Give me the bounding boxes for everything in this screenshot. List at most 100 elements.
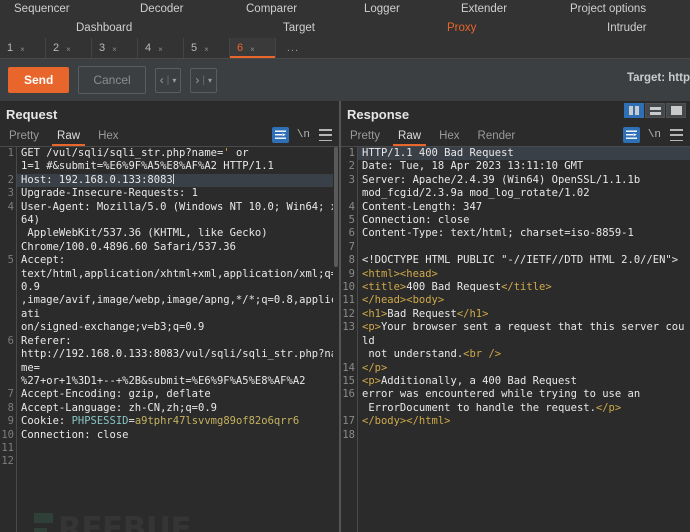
code-text[interactable]: ,image/avif,image/webp,image/apng,*/*;q=… — [17, 294, 339, 321]
hamburger-menu-icon[interactable] — [319, 129, 332, 141]
code-text[interactable]: ErrorDocument to handle the request.</p> — [358, 402, 690, 415]
code-text[interactable]: mod_fcgid/2.3.9a mod_log_rotate/1.02 — [358, 187, 690, 200]
layout-single-pane-button[interactable] — [666, 103, 686, 118]
menu-item-intruder[interactable]: Intruder — [607, 19, 647, 38]
code-text[interactable]: </body></html> — [358, 415, 690, 428]
code-text[interactable]: AppleWebKit/537.36 (KHTML, like Gecko) — [17, 227, 339, 240]
cancel-button[interactable]: Cancel — [78, 66, 146, 94]
code-text[interactable]: User-Agent: Mozilla/5.0 (Windows NT 10.0… — [17, 201, 339, 228]
code-text[interactable]: Host: 192.168.0.133:8083 — [17, 173, 339, 188]
layout-vertical-split-button[interactable] — [624, 103, 644, 118]
tab-hex[interactable]: Hex — [89, 125, 127, 146]
code-text[interactable]: Content-Length: 347 — [358, 201, 690, 214]
code-text[interactable]: Connection: close — [358, 214, 690, 227]
repeater-tab-strip[interactable]: 1 × 2 × 3 × 4 × 5 × 6 ×... — [0, 38, 690, 59]
hamburger-menu-icon[interactable] — [670, 129, 683, 141]
repeater-tab-overflow[interactable]: ... — [276, 38, 310, 58]
code-text[interactable]: <p>Additionally, a 400 Bad Request — [358, 375, 690, 388]
code-text[interactable]: http://192.168.0.133:8083/vul/sqli/sqli_… — [17, 348, 339, 375]
forward-button[interactable]: › | ▾ — [190, 67, 217, 93]
code-text[interactable]: <h1>Bad Request</h1> — [358, 308, 690, 321]
code-text[interactable]: Accept-Encoding: gzip, deflate — [17, 388, 339, 401]
code-text[interactable]: <title>400 Bad Request</title> — [358, 281, 690, 294]
menu-item-sequencer[interactable]: Sequencer — [14, 0, 70, 19]
code-text[interactable]: Referer: — [17, 335, 339, 348]
code-text[interactable]: <html><head> — [358, 268, 690, 281]
tab-pretty[interactable]: Pretty — [0, 125, 48, 146]
code-token: Cookie: — [21, 415, 72, 428]
repeater-tab-3[interactable]: 3 × — [92, 38, 138, 58]
code-text[interactable]: %27+or+1%3D1+--+%2B&submit=%E6%9F%A5%E8%… — [17, 375, 339, 388]
code-text[interactable]: error was encountered while trying to us… — [358, 388, 690, 401]
code-token: </p> — [595, 401, 622, 414]
code-token: </h1> — [456, 307, 489, 320]
close-icon[interactable]: × — [204, 45, 209, 54]
back-button[interactable]: ‹ | ▾ — [154, 67, 182, 93]
close-icon[interactable]: × — [66, 45, 71, 54]
tab-render[interactable]: Render — [469, 125, 525, 146]
format-icon[interactable] — [622, 127, 640, 143]
menu-item-proxy[interactable]: Proxy — [447, 19, 476, 38]
code-token: Upgrade-Insecure-Requests: 1 — [21, 187, 199, 200]
menu-item-project-options[interactable]: Project options — [570, 0, 646, 19]
close-icon[interactable]: × — [250, 45, 255, 54]
line-number: 11 — [342, 294, 355, 307]
repeater-tab-2[interactable]: 2 × — [46, 38, 92, 58]
menu-item-logger[interactable]: Logger — [364, 0, 400, 19]
response-editor[interactable]: 1 HTTP/1.1 400 Bad Request 2 Date: Tue, 18 … — [341, 147, 690, 532]
code-text[interactable]: text/html,application/xhtml+xml,applicat… — [17, 268, 339, 295]
tab-raw[interactable]: Raw — [48, 125, 89, 146]
newline-icon[interactable]: \n — [648, 129, 661, 141]
repeater-tab-6[interactable]: 6 × — [230, 38, 276, 58]
repeater-tab-5[interactable]: 5 × — [184, 38, 230, 58]
tab-hex[interactable]: Hex — [430, 125, 468, 146]
close-icon[interactable]: × — [20, 45, 25, 54]
request-code[interactable]: 1 GET /vul/sqli/sqli_str.php?name=' or 1=1… — [0, 147, 339, 469]
code-text[interactable]: Chrome/100.0.4896.60 Safari/537.36 — [17, 241, 339, 254]
code-text[interactable]: </head><body> — [358, 294, 690, 307]
code-text[interactable]: on/signed-exchange;v=b3;q=0.9 — [17, 321, 339, 334]
tab-raw[interactable]: Raw — [389, 125, 430, 146]
send-button[interactable]: Send — [8, 67, 70, 93]
format-icon[interactable] — [271, 127, 289, 143]
code-text[interactable]: 1=1 #&submit=%E6%9F%A5%E8%AF%A2 HTTP/1.1 — [17, 160, 339, 173]
repeater-tab-1[interactable]: 1 × — [0, 38, 46, 58]
code-text[interactable]: <p>Your browser sent a request that this… — [358, 321, 690, 348]
newline-icon[interactable]: \n — [297, 129, 310, 141]
code-line: 4 Content-Length: 347 — [341, 201, 690, 214]
close-icon[interactable]: × — [112, 45, 117, 54]
code-text[interactable]: Connection: close — [17, 429, 339, 442]
request-editor[interactable]: 1 GET /vul/sqli/sqli_str.php?name=' or 1=1… — [0, 147, 339, 532]
code-text[interactable]: </p> — [358, 362, 690, 375]
code-line: 4 User-Agent: Mozilla/5.0 (Windows NT 10.… — [0, 201, 339, 228]
repeater-tab-4[interactable]: 4 × — [138, 38, 184, 58]
line-number: 12 — [342, 307, 355, 320]
code-text[interactable]: Cookie: PHPSESSID=a9tphr47lsvvmg89of82o6… — [17, 415, 339, 428]
code-text[interactable]: HTTP/1.1 400 Bad Request — [358, 147, 690, 161]
menu-item-dashboard[interactable]: Dashboard — [76, 19, 132, 38]
menu-item-decoder[interactable]: Decoder — [140, 0, 183, 19]
code-text[interactable]: not understand.<br /> — [358, 348, 690, 361]
response-view-tabs[interactable]: Pretty Raw Hex Render \n — [341, 125, 690, 147]
code-text[interactable]: Content-Type: text/html; charset=iso-885… — [358, 227, 690, 240]
code-text[interactable]: Date: Tue, 18 Apr 2023 13:11:10 GMT — [358, 160, 690, 173]
request-scrollbar[interactable] — [333, 147, 339, 532]
code-text[interactable]: Accept: — [17, 254, 339, 267]
request-scrollbar-thumb[interactable] — [334, 147, 338, 267]
code-token: Content-Type: text/html; charset=iso-885… — [362, 227, 634, 240]
code-text[interactable]: Accept-Language: zh-CN,zh;q=0.9 — [17, 402, 339, 415]
menu-item-target[interactable]: Target — [283, 19, 315, 38]
code-text[interactable]: Server: Apache/2.4.39 (Win64) OpenSSL/1.… — [358, 174, 690, 187]
request-view-tabs[interactable]: Pretty Raw Hex \n — [0, 125, 339, 147]
response-code[interactable]: 1 HTTP/1.1 400 Bad Request 2 Date: Tue, 18 … — [341, 147, 690, 442]
code-text[interactable]: Upgrade-Insecure-Requests: 1 — [17, 187, 339, 200]
layout-horizontal-split-button[interactable] — [645, 103, 665, 118]
menu-item-comparer[interactable]: Comparer — [246, 0, 297, 19]
code-text[interactable]: GET /vul/sqli/sqli_str.php?name=' or — [17, 147, 339, 160]
code-token: User-Agent: Mozilla/5.0 (Windows NT 10.0… — [21, 200, 338, 227]
layout-toggle-group[interactable] — [623, 103, 686, 118]
tab-pretty[interactable]: Pretty — [341, 125, 389, 146]
code-text[interactable]: <!DOCTYPE HTML PUBLIC "-//IETF//DTD HTML… — [358, 254, 690, 267]
menu-item-extender[interactable]: Extender — [461, 0, 507, 19]
close-icon[interactable]: × — [158, 45, 163, 54]
